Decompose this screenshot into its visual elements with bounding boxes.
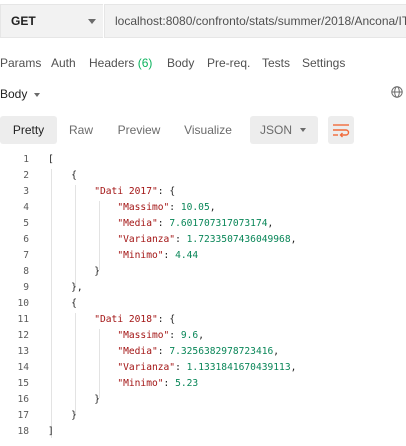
code-line: 17 } [0, 408, 406, 424]
request-url-bar: GET localhost:8080/confronto/stats/summe… [0, 0, 406, 42]
code-line: 13 "Media": 7.3256382978723416, [0, 344, 406, 360]
tab-tests[interactable]: Tests [262, 56, 290, 70]
line-number: 14 [17, 362, 29, 373]
response-code-editor[interactable]: 1[2 {3 "Dati 2017": {4 "Massimo": 10.05,… [0, 150, 406, 446]
code-text: "Massimo": 9.6, [117, 330, 204, 341]
code-line: 7 "Minimo": 4.44 [0, 248, 406, 264]
code-text: "Minimo": 5.23 [117, 378, 199, 389]
tab-auth[interactable]: Auth [51, 56, 76, 70]
line-number: 9 [23, 282, 29, 293]
line-number: 11 [17, 314, 29, 325]
method-label: GET [11, 14, 36, 28]
code-text: "Dati 2018": { [94, 314, 176, 325]
view-raw-button[interactable]: Raw [63, 116, 99, 144]
format-label: JSON [260, 123, 293, 137]
url-text: localhost:8080/confronto/stats/summer/20… [115, 14, 406, 28]
tab-body[interactable]: Body [167, 56, 194, 70]
code-line: 14 "Varianza": 1.1331841670439113, [0, 360, 406, 376]
response-view-toolbar: Pretty Raw Preview Visualize JSON [0, 116, 406, 144]
line-number: 17 [17, 410, 29, 421]
chevron-down-icon [300, 128, 306, 132]
code-text: [ [48, 154, 54, 165]
code-text: { [48, 170, 77, 181]
view-visualize-button[interactable]: Visualize [180, 116, 236, 144]
line-number: 8 [23, 266, 29, 277]
response-body-selector[interactable]: Body [0, 84, 406, 104]
code-line: 8 } [0, 264, 406, 280]
line-number: 12 [17, 330, 29, 341]
code-line: 5 "Media": 7.601707317073174, [0, 216, 406, 232]
line-number: 18 [17, 426, 29, 437]
code-text: "Massimo": 10.05, [117, 202, 216, 213]
code-text: } [48, 266, 100, 277]
tab-pre-request[interactable]: Pre-req. [207, 56, 250, 70]
tab-headers[interactable]: Headers (6) [89, 56, 152, 70]
line-number: 3 [23, 186, 29, 197]
code-text: }, [48, 282, 83, 293]
method-select[interactable]: GET [0, 4, 103, 38]
code-line: 4 "Massimo": 10.05, [0, 200, 406, 216]
code-line: 1[ [0, 152, 406, 168]
chevron-down-icon [34, 93, 40, 97]
response-section-label: Body [0, 87, 28, 101]
headers-count-badge: (6) [137, 56, 153, 70]
request-tabs: Params Auth Headers (6) Body Pre-req. Te… [0, 54, 406, 72]
code-text: ] [48, 426, 54, 437]
code-line: 9 }, [0, 280, 406, 296]
tab-settings[interactable]: Settings [302, 56, 345, 70]
code-text: { [48, 298, 77, 309]
code-line: 10 { [0, 296, 406, 312]
code-text: "Minimo": 4.44 [117, 250, 199, 261]
code-text: "Media": 7.3256382978723416, [117, 346, 280, 357]
line-number: 6 [23, 234, 29, 245]
code-line: 11 "Dati 2018": { [0, 312, 406, 328]
line-number: 1 [23, 154, 29, 165]
format-select[interactable]: JSON [250, 116, 318, 144]
url-input[interactable]: localhost:8080/confronto/stats/summer/20… [104, 4, 406, 38]
line-number: 2 [23, 170, 29, 181]
code-line: 6 "Varianza": 1.7233507436049968, [0, 232, 406, 248]
view-pretty-button[interactable]: Pretty [0, 116, 57, 144]
code-text: "Media": 7.601707317073174, [117, 218, 274, 229]
wrap-lines-button[interactable] [328, 116, 354, 144]
line-number: 16 [17, 394, 29, 405]
code-text: } [48, 394, 100, 405]
code-line: 2 { [0, 168, 406, 184]
line-number: 10 [17, 298, 29, 309]
code-line: 12 "Massimo": 9.6, [0, 328, 406, 344]
code-line: 3 "Dati 2017": { [0, 184, 406, 200]
code-line: 15 "Minimo": 5.23 [0, 376, 406, 392]
code-text: "Varianza": 1.7233507436049968, [117, 234, 297, 245]
code-text: "Dati 2017": { [94, 186, 176, 197]
code-line: 16 } [0, 392, 406, 408]
line-number: 15 [17, 378, 29, 389]
tab-params[interactable]: Params [0, 56, 41, 70]
code-line: 18] [0, 424, 406, 440]
code-text: } [48, 410, 77, 421]
chevron-down-icon [88, 19, 96, 24]
line-number: 7 [23, 250, 29, 261]
line-number: 4 [23, 202, 29, 213]
code-text: "Varianza": 1.1331841670439113, [117, 362, 297, 373]
wrap-lines-icon [333, 124, 350, 138]
line-number: 5 [23, 218, 29, 229]
line-number: 13 [17, 346, 29, 357]
view-preview-button[interactable]: Preview [111, 116, 167, 144]
globe-icon[interactable] [391, 86, 403, 98]
